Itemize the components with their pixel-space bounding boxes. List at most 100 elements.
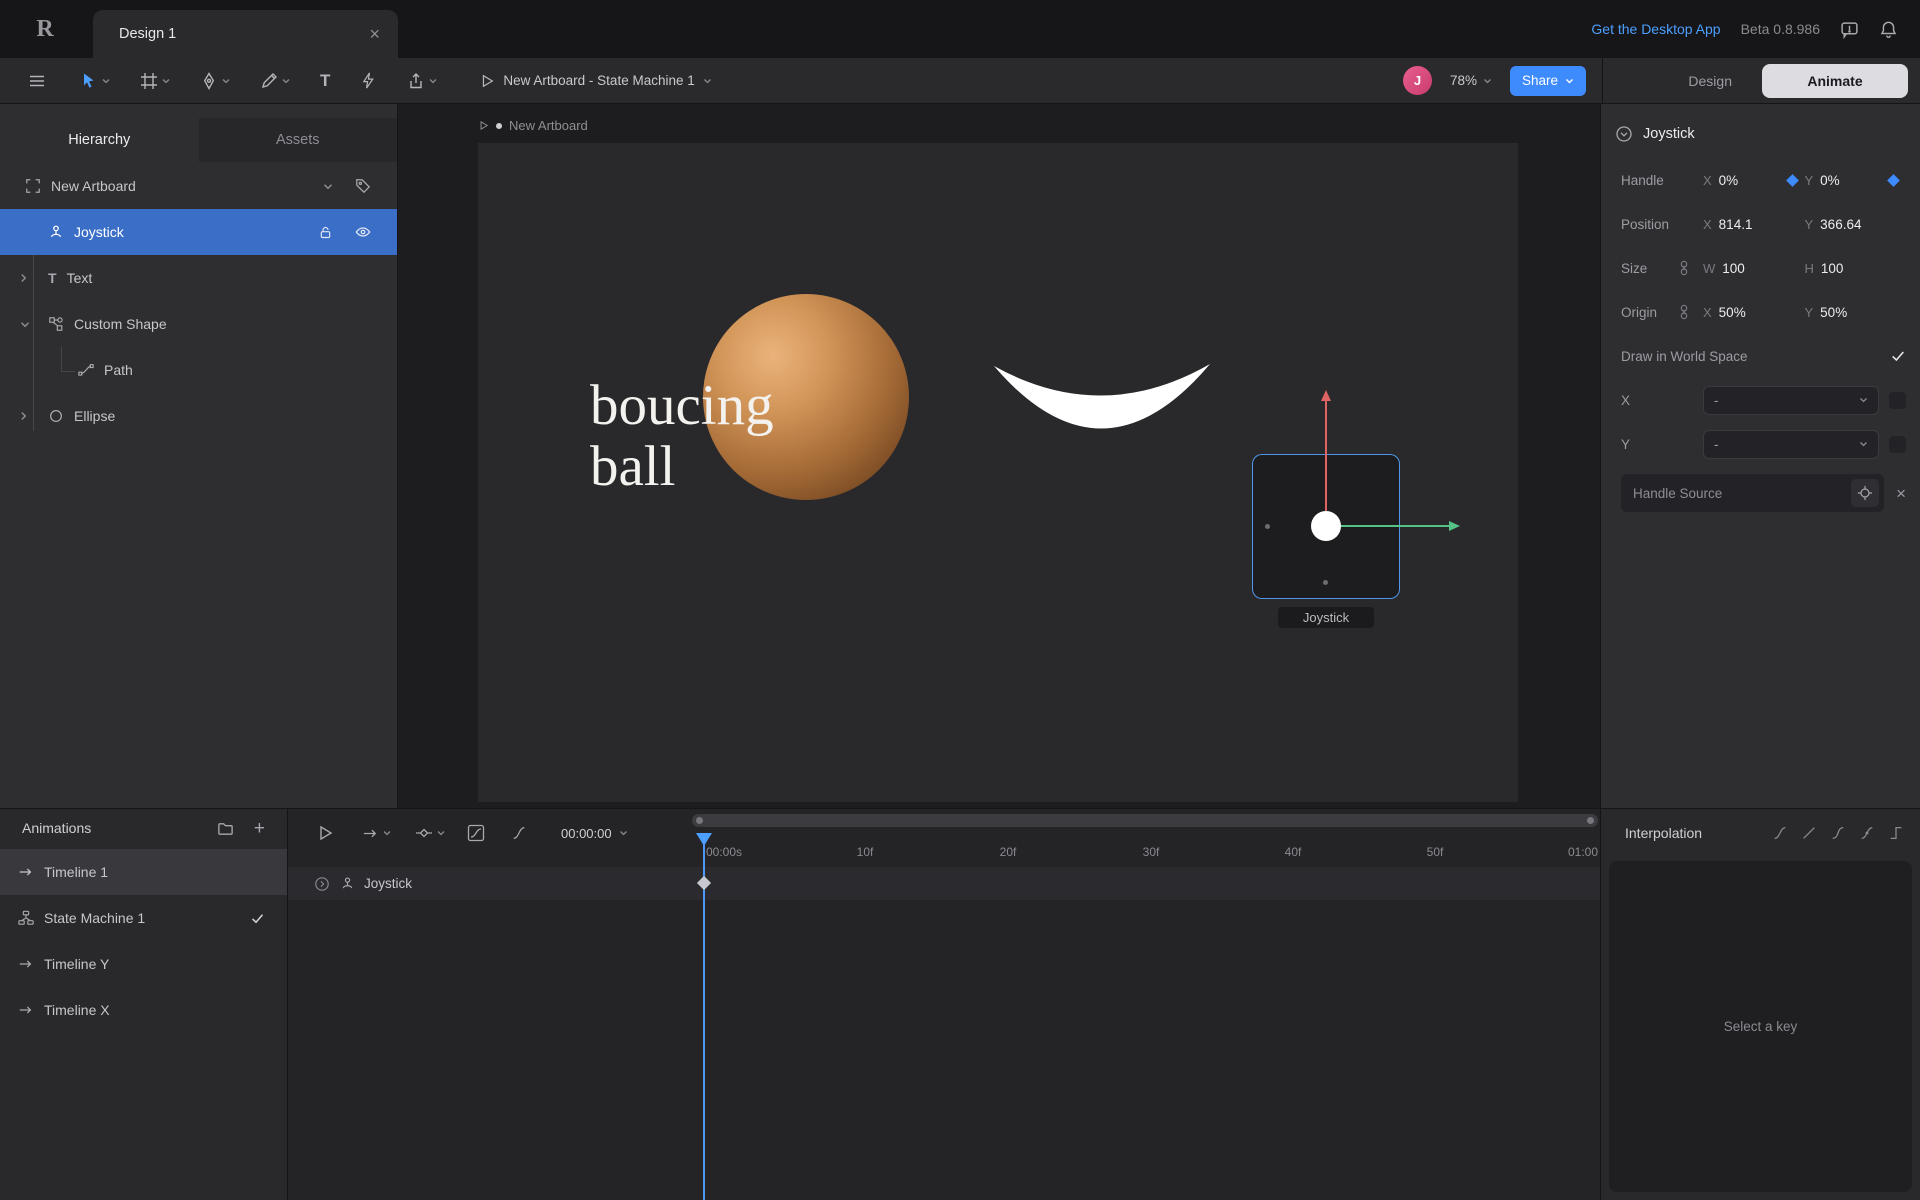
current-time-value: 00:00:00 (561, 825, 612, 841)
interpolation-tool-icon[interactable] (511, 825, 527, 841)
keyframe-diamond-icon[interactable] (1887, 173, 1900, 187)
ruler-label: 40f (1284, 845, 1302, 859)
animation-item-timeline-1[interactable]: Timeline 1 (0, 849, 287, 895)
joystick-knob[interactable] (1311, 511, 1341, 541)
joystick-handle-dot[interactable] (1323, 580, 1328, 585)
keyframe-slot[interactable] (1889, 435, 1906, 453)
add-animation-icon[interactable]: + (254, 819, 265, 838)
mode-animate-button[interactable]: Animate (1762, 63, 1908, 98)
tabbar-right-group: Get the Desktop App Beta 0.8.986 (1591, 0, 1898, 58)
select-tool[interactable] (80, 72, 110, 90)
keyframe-slot[interactable] (1889, 391, 1906, 409)
animation-item-timeline-x[interactable]: Timeline X (0, 987, 287, 1033)
timeline-arrow-icon (18, 956, 34, 972)
tree-row-custom-shape[interactable]: Custom Shape (0, 301, 397, 347)
interp-edit-icon[interactable] (1859, 825, 1875, 841)
artboard-surface[interactable]: boucing ball Joystick (478, 143, 1518, 802)
user-avatar[interactable]: J (1402, 66, 1432, 95)
timeline-track-joystick[interactable]: Joystick (288, 867, 1600, 900)
graph-editor-icon[interactable] (467, 824, 485, 842)
tree-row-path[interactable]: Path (0, 347, 397, 393)
handle-source-field[interactable]: Handle Source (1621, 474, 1885, 512)
feedback-icon[interactable] (1840, 20, 1859, 39)
eye-icon[interactable] (355, 224, 371, 240)
artboard-state-dot (496, 122, 502, 129)
tree-row-artboard[interactable]: New Artboard (0, 163, 397, 209)
smile-path-shape[interactable] (990, 360, 1214, 444)
size-w-field[interactable]: 100 (1722, 261, 1745, 276)
chevron-down-icon[interactable] (323, 183, 333, 190)
close-tab-icon[interactable]: × (369, 25, 380, 43)
artboard-title[interactable]: New Artboard (509, 118, 588, 133)
interp-hold-icon[interactable] (1888, 825, 1904, 841)
custom-shape-icon (48, 316, 64, 332)
clear-handle-source-icon[interactable]: × (1896, 485, 1906, 502)
joystick-y-axis-arrow[interactable] (1321, 390, 1331, 401)
tab-assets[interactable]: Assets (198, 118, 397, 162)
check-icon[interactable] (1890, 348, 1906, 364)
handle-y-field[interactable]: 0% (1820, 173, 1840, 188)
size-h-field[interactable]: 100 (1821, 261, 1844, 276)
artboard-tool[interactable] (140, 72, 170, 90)
target-picker-icon[interactable] (1851, 479, 1880, 507)
position-x-field[interactable]: 814.1 (1719, 217, 1753, 232)
lock-icon[interactable] (318, 225, 333, 240)
joystick-x-axis-arrow[interactable] (1449, 521, 1460, 531)
mode-design-button[interactable]: Design (1688, 73, 1732, 89)
play-icon (480, 120, 489, 131)
handle-x-field[interactable]: 0% (1719, 173, 1739, 188)
hamburger-menu-icon[interactable] (28, 72, 46, 90)
pen-tool[interactable] (200, 71, 230, 90)
rive-logo-icon[interactable]: R (30, 14, 60, 44)
animation-item-timeline-y[interactable]: Timeline Y (0, 941, 287, 987)
tree-row-text[interactable]: T Text (0, 255, 397, 301)
hierarchy-panel: Hierarchy Assets New Artboard Joystick T… (0, 104, 398, 808)
state-machine-selector[interactable]: New Artboard - State Machine 1 (479, 73, 711, 89)
interp-linear-icon[interactable] (1801, 825, 1817, 841)
zoom-handle-left[interactable] (696, 817, 703, 824)
folder-icon[interactable] (217, 820, 234, 837)
zoom-selector[interactable]: 78% (1450, 73, 1492, 88)
notifications-bell-icon[interactable] (1879, 20, 1898, 39)
playhead-marker[interactable] (696, 833, 712, 846)
tree-row-joystick[interactable]: Joystick (0, 209, 397, 255)
shape-tool[interactable] (260, 72, 290, 90)
document-tab[interactable]: Design 1 × (93, 10, 398, 58)
keyframe-diamond-icon[interactable] (1785, 173, 1799, 187)
timeline-zoom-scrollbar[interactable] (692, 814, 1598, 827)
auto-key-tool[interactable] (362, 825, 391, 842)
position-y-field[interactable]: 366.64 (1820, 217, 1861, 232)
tab-hierarchy[interactable]: Hierarchy (0, 118, 199, 162)
circle-chevron-right-icon[interactable] (314, 876, 330, 892)
interpolation-empty-state: Select a key (1723, 1019, 1798, 1034)
link-icon[interactable] (1677, 304, 1691, 320)
link-icon[interactable] (1677, 260, 1691, 276)
origin-x-field[interactable]: 50% (1719, 305, 1746, 320)
canvas-text[interactable]: boucing ball (590, 375, 774, 497)
chevron-down-icon (703, 78, 711, 83)
circle-chevron-down-icon[interactable] (1615, 125, 1633, 143)
zoom-handle-right[interactable] (1587, 817, 1594, 824)
events-lightning-icon[interactable] (360, 72, 377, 89)
inspector-row-handle: Handle X 0% Y 0% (1601, 158, 1920, 202)
tree-row-ellipse[interactable]: Ellipse (0, 393, 397, 439)
x-binding-dropdown[interactable]: - (1703, 385, 1879, 415)
joystick-handle-dot[interactable] (1265, 524, 1270, 529)
share-button[interactable]: Share (1509, 65, 1586, 96)
text-tool[interactable]: T (320, 71, 330, 91)
origin-y-field[interactable]: 50% (1820, 305, 1847, 320)
desktop-app-link[interactable]: Get the Desktop App (1591, 21, 1720, 37)
interp-ease-icon[interactable] (1830, 825, 1846, 841)
inspector-row-position: Position X 814.1 Y 366.64 (1621, 216, 1862, 232)
tag-icon[interactable] (355, 178, 371, 194)
keyframe-path-tool[interactable] (415, 824, 445, 842)
interpolation-title: Interpolation (1625, 825, 1703, 841)
play-icon[interactable] (316, 824, 334, 842)
animation-item-state-machine-1[interactable]: State Machine 1 (0, 895, 287, 941)
stage-canvas[interactable]: New Artboard boucing ball Joystick (398, 104, 1600, 808)
export-tool[interactable] (407, 72, 437, 90)
interp-cubic-icon[interactable] (1772, 825, 1788, 841)
current-time-selector[interactable]: 00:00:00 (561, 826, 628, 841)
artboard-icon (25, 178, 41, 194)
y-binding-dropdown[interactable]: - (1703, 429, 1879, 459)
